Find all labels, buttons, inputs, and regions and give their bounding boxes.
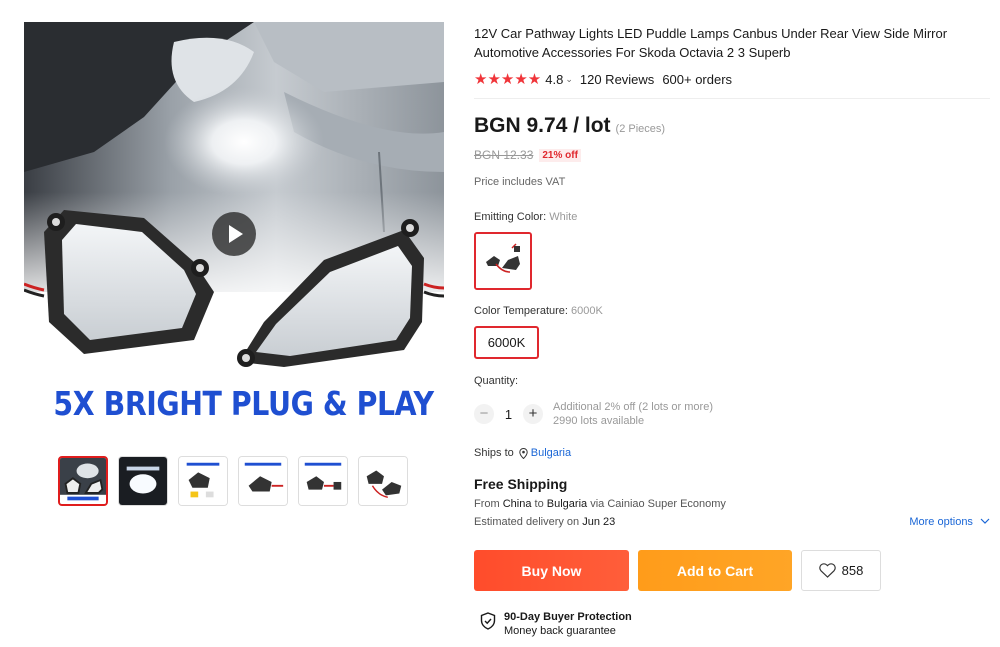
origin-country: China (502, 498, 532, 510)
more-shipping-options-link[interactable]: More options (909, 516, 990, 528)
shipping-route: From China to Bulgaria via Cainiao Super… (474, 498, 726, 510)
estimated-delivery: Estimated delivery on Jun 23 (474, 516, 615, 528)
route-to-label: to (531, 498, 547, 510)
reviews-link[interactable]: 120 Reviews (580, 72, 654, 87)
chevron-down-icon[interactable]: ⌄ (565, 74, 573, 85)
stock-available: 2990 lots available (553, 415, 645, 427)
destination-country: Bulgaria (546, 498, 588, 510)
color-temperature-label: Color Temperature: 6000K (474, 305, 603, 317)
shipping-carrier: via Cainiao Super Economy (587, 498, 726, 510)
pieces-per-lot: (2 Pieces) (615, 123, 666, 135)
add-to-cart-button[interactable]: Add to Cart (638, 550, 792, 591)
thumbnail-4[interactable] (238, 456, 288, 506)
product-main-image[interactable]: 5X BRIGHT PLUG & PLAY (24, 22, 444, 442)
thumbnail-3[interactable] (178, 456, 228, 506)
free-shipping-title: Free Shipping (474, 476, 568, 492)
ships-to-row: Ships to Bulgaria (474, 447, 571, 459)
divider (474, 98, 990, 99)
rating-row: ★★★★★ 4.8 ⌄ 120 Reviews 600+ orders (474, 70, 732, 88)
wishlist-button[interactable]: 858 (801, 550, 881, 591)
discount-badge: 21% off (539, 148, 581, 162)
shield-check-icon (480, 612, 496, 630)
quantity-minus-button[interactable]: − (474, 404, 494, 424)
color-temperature-value: 6000K (571, 305, 603, 317)
color-option-white[interactable] (474, 232, 532, 290)
chevron-down-icon (980, 518, 990, 524)
star-rating-icon: ★★★★★ (474, 71, 542, 88)
current-price: BGN 9.74 / lot (474, 114, 611, 137)
buyer-protection-title: 90-Day Buyer Protection (504, 611, 632, 623)
quantity-input[interactable]: 1 (494, 407, 523, 422)
price-row: BGN 9.74 / lot (2 Pieces) (474, 114, 665, 138)
temperature-option-6000k[interactable]: 6000K (474, 326, 539, 359)
emitting-color-label: Emitting Color: White (474, 211, 577, 223)
vat-note: Price includes VAT (474, 176, 566, 188)
orders-count: 600+ orders (662, 71, 733, 87)
ships-to-label: Ships to (474, 447, 514, 459)
product-title: 12V Car Pathway Lights LED Puddle Lamps … (474, 26, 948, 60)
buyer-protection-subtitle: Money back guarantee (504, 625, 616, 637)
more-options-label: More options (909, 516, 973, 528)
video-play-button[interactable] (212, 212, 256, 256)
quantity-label: Quantity: (474, 375, 519, 387)
emitting-color-value: White (549, 211, 578, 223)
rating-value[interactable]: 4.8 (545, 72, 563, 87)
thumbnail-1[interactable] (58, 456, 108, 506)
emitting-color-label-text: Emitting Color: (474, 211, 550, 223)
color-temperature-label-text: Color Temperature: (474, 305, 572, 317)
thumbnail-strip (58, 456, 408, 506)
original-price: BGN 12.33 (474, 148, 534, 162)
eta-label: Estimated delivery on (474, 516, 583, 528)
original-price-row: BGN 12.33 21% off (474, 148, 581, 162)
thumbnail-2[interactable] (118, 456, 168, 506)
route-from-label: From (474, 498, 503, 510)
buyer-protection[interactable]: 90-Day Buyer Protection Money back guara… (480, 610, 632, 638)
location-pin-icon (519, 447, 528, 459)
quantity-plus-button[interactable]: + (523, 404, 543, 424)
thumbnail-5[interactable] (298, 456, 348, 506)
thumbnail-6[interactable] (358, 456, 408, 506)
quantity-notes: Additional 2% off (2 lots or more) 2990 … (553, 400, 713, 428)
wishlist-count: 858 (841, 563, 864, 578)
eta-date: Jun 23 (582, 516, 616, 528)
image-banner-text: 5X BRIGHT PLUG & PLAY (53, 384, 434, 423)
ship-country-link[interactable]: Bulgaria (531, 447, 571, 459)
bulk-discount-note: Additional 2% off (2 lots or more) (553, 401, 713, 413)
heart-icon (818, 563, 836, 578)
quantity-stepper: − 1 + Additional 2% off (2 lots or more)… (474, 400, 713, 428)
buy-now-button[interactable]: Buy Now (474, 550, 629, 591)
